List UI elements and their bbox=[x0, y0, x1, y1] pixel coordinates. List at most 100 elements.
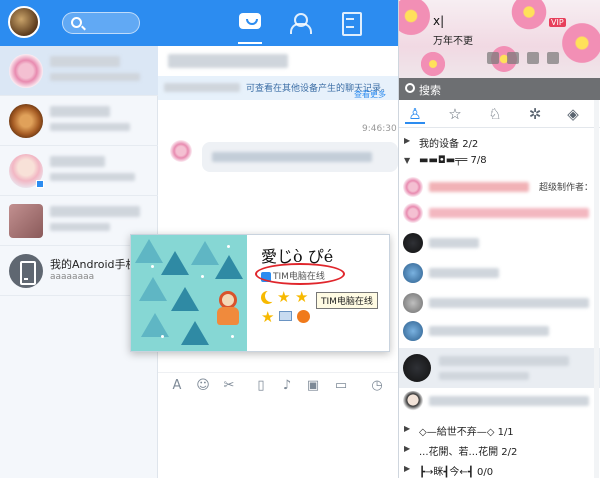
contact-row[interactable] bbox=[399, 318, 600, 344]
chat-item[interactable] bbox=[0, 46, 158, 96]
blurred-chat-title bbox=[168, 54, 288, 68]
friends-tab-icon[interactable]: ♙ bbox=[405, 104, 425, 124]
image-icon[interactable]: ▣ bbox=[306, 379, 320, 393]
contact-row[interactable] bbox=[399, 200, 600, 226]
app-icon[interactable] bbox=[507, 52, 519, 64]
contact-row[interactable]: 超级制作者： bbox=[399, 174, 600, 200]
group-name: ▬▬◘▬╤═ 7/8 bbox=[419, 155, 487, 166]
chat-item[interactable] bbox=[0, 96, 158, 146]
blurred-name bbox=[50, 156, 105, 167]
view-more-link[interactable]: 查看更多 bbox=[354, 89, 386, 100]
input-toolbar: A ☺ ✂ ▯ ♪ ▣ ▭ ◷ bbox=[158, 372, 398, 398]
blurred-notice-prefix bbox=[164, 83, 240, 92]
vip-badge: VIP bbox=[549, 18, 566, 27]
app-icon[interactable] bbox=[547, 52, 559, 64]
profile-banner: x| 万年不更 VIP bbox=[399, 0, 600, 78]
chat-item[interactable] bbox=[0, 146, 158, 196]
nav-contacts-tab[interactable] bbox=[288, 10, 312, 34]
discussion-tab-icon[interactable]: ✲ bbox=[525, 104, 545, 124]
blurred-name bbox=[50, 106, 110, 117]
collapsed-arrow-icon: ▶ bbox=[404, 136, 411, 145]
nav-messages-tab[interactable] bbox=[238, 10, 262, 44]
groups-tab-icon[interactable]: ♘ bbox=[485, 104, 505, 124]
message-bubble[interactable] bbox=[202, 142, 398, 172]
group-name: ◇—給世不弃—◇ 1/1 bbox=[419, 427, 514, 438]
group-my-devices[interactable]: ▶ 我的设备 2/2 bbox=[399, 132, 600, 152]
app-icon[interactable] bbox=[527, 52, 539, 64]
blurred-preview bbox=[50, 123, 130, 131]
avatar bbox=[403, 263, 423, 283]
contacts-search[interactable]: 搜索 bbox=[399, 78, 600, 100]
search-box[interactable] bbox=[62, 12, 140, 34]
blurred-name bbox=[429, 326, 549, 336]
voice-icon[interactable]: ♪ bbox=[280, 379, 294, 393]
contacts-panel: x| 万年不更 VIP 搜索 ♙ ☆ ♘ ✲ ◈ ▶ 我的设备 2/2 ▼ ▬▬… bbox=[398, 0, 600, 478]
emoji-icon[interactable]: ☺ bbox=[196, 379, 210, 393]
my-avatar[interactable] bbox=[8, 6, 40, 38]
active-tab-indicator bbox=[238, 42, 262, 44]
chat-title: 我的Android手机 bbox=[50, 258, 137, 271]
blurred-name bbox=[429, 268, 499, 278]
chat-bubble-icon bbox=[239, 13, 261, 29]
avatar-character bbox=[215, 291, 241, 327]
blurred-preview bbox=[50, 223, 110, 231]
blurred-name bbox=[429, 182, 529, 192]
chat-preview: aaaaaaaa bbox=[50, 272, 95, 282]
screenshot-icon[interactable]: ✂ bbox=[222, 379, 236, 393]
moon-icon bbox=[261, 290, 277, 304]
phone-icon bbox=[9, 254, 43, 288]
mail-icon[interactable] bbox=[279, 311, 292, 321]
blurred-name bbox=[429, 396, 589, 406]
my-signature[interactable]: 万年不更 bbox=[433, 32, 473, 47]
folder-icon[interactable]: ▭ bbox=[334, 379, 348, 393]
font-icon[interactable]: A bbox=[170, 379, 184, 393]
roaming-notice-bar: 可查看在其他设备产生的聊天记录。 查看更多 bbox=[158, 76, 398, 100]
avatar bbox=[403, 233, 423, 253]
group-collapsed[interactable]: ▶ ┣→眯┫今←┫ 0/0 bbox=[399, 460, 600, 478]
super-creator-label: 超级制作者： bbox=[539, 183, 594, 193]
avatar bbox=[403, 321, 423, 341]
group-name: ┣→眯┫今←┫ 0/0 bbox=[419, 467, 494, 478]
blurred-signature bbox=[439, 372, 529, 380]
star-icon: ★ bbox=[261, 308, 275, 326]
favorites-tab-icon[interactable]: ☆ bbox=[445, 104, 465, 124]
collapsed-arrow-icon: ▶ bbox=[404, 444, 411, 453]
group-name: 我的设备 2/2 bbox=[419, 139, 479, 150]
history-icon[interactable]: ◷ bbox=[370, 379, 384, 393]
expanded-arrow-icon: ▼ bbox=[404, 156, 411, 165]
star-icon: ★ bbox=[295, 288, 309, 306]
blurred-preview bbox=[50, 173, 135, 181]
blurred-name bbox=[50, 206, 140, 217]
shake-icon[interactable]: ▯ bbox=[254, 379, 268, 393]
contacts-scrollbar[interactable] bbox=[594, 100, 599, 478]
search-label: 搜索 bbox=[419, 84, 441, 97]
contact-row[interactable] bbox=[399, 230, 600, 256]
group-name: ...花開、若...花開 2/2 bbox=[419, 447, 518, 458]
blurred-signature bbox=[429, 208, 589, 218]
contact-row-selected[interactable] bbox=[399, 348, 600, 388]
top-bar bbox=[0, 0, 398, 46]
group-collapsed[interactable]: ▶ ◇—給世不弃—◇ 1/1 bbox=[399, 420, 600, 440]
contact-row[interactable] bbox=[399, 260, 600, 286]
contact-row[interactable] bbox=[399, 388, 600, 414]
app-icon[interactable] bbox=[487, 52, 499, 64]
highlight-ellipse bbox=[255, 263, 345, 285]
group-collapsed[interactable]: ▶ ...花開、若...花開 2/2 bbox=[399, 440, 600, 460]
contacts-tabs: ♙ ☆ ♘ ✲ ◈ bbox=[399, 100, 600, 128]
avatar bbox=[403, 203, 423, 223]
profile-cover-image bbox=[131, 235, 247, 351]
qzone-icon[interactable] bbox=[297, 310, 310, 323]
public-account-tab-icon[interactable]: ◈ bbox=[563, 104, 583, 124]
blurred-name bbox=[429, 238, 479, 248]
avatar bbox=[9, 104, 43, 138]
avatar bbox=[403, 391, 423, 411]
blurred-name bbox=[50, 56, 120, 67]
group-friends[interactable]: ▼ ▬▬◘▬╤═ 7/8 bbox=[399, 152, 600, 172]
my-nickname: x| bbox=[433, 14, 445, 28]
contact-row[interactable] bbox=[399, 290, 600, 316]
avatar bbox=[403, 177, 423, 197]
sender-avatar[interactable] bbox=[170, 140, 192, 162]
nav-documents-tab[interactable] bbox=[338, 10, 362, 36]
avatar bbox=[403, 293, 423, 313]
avatar bbox=[403, 354, 431, 382]
